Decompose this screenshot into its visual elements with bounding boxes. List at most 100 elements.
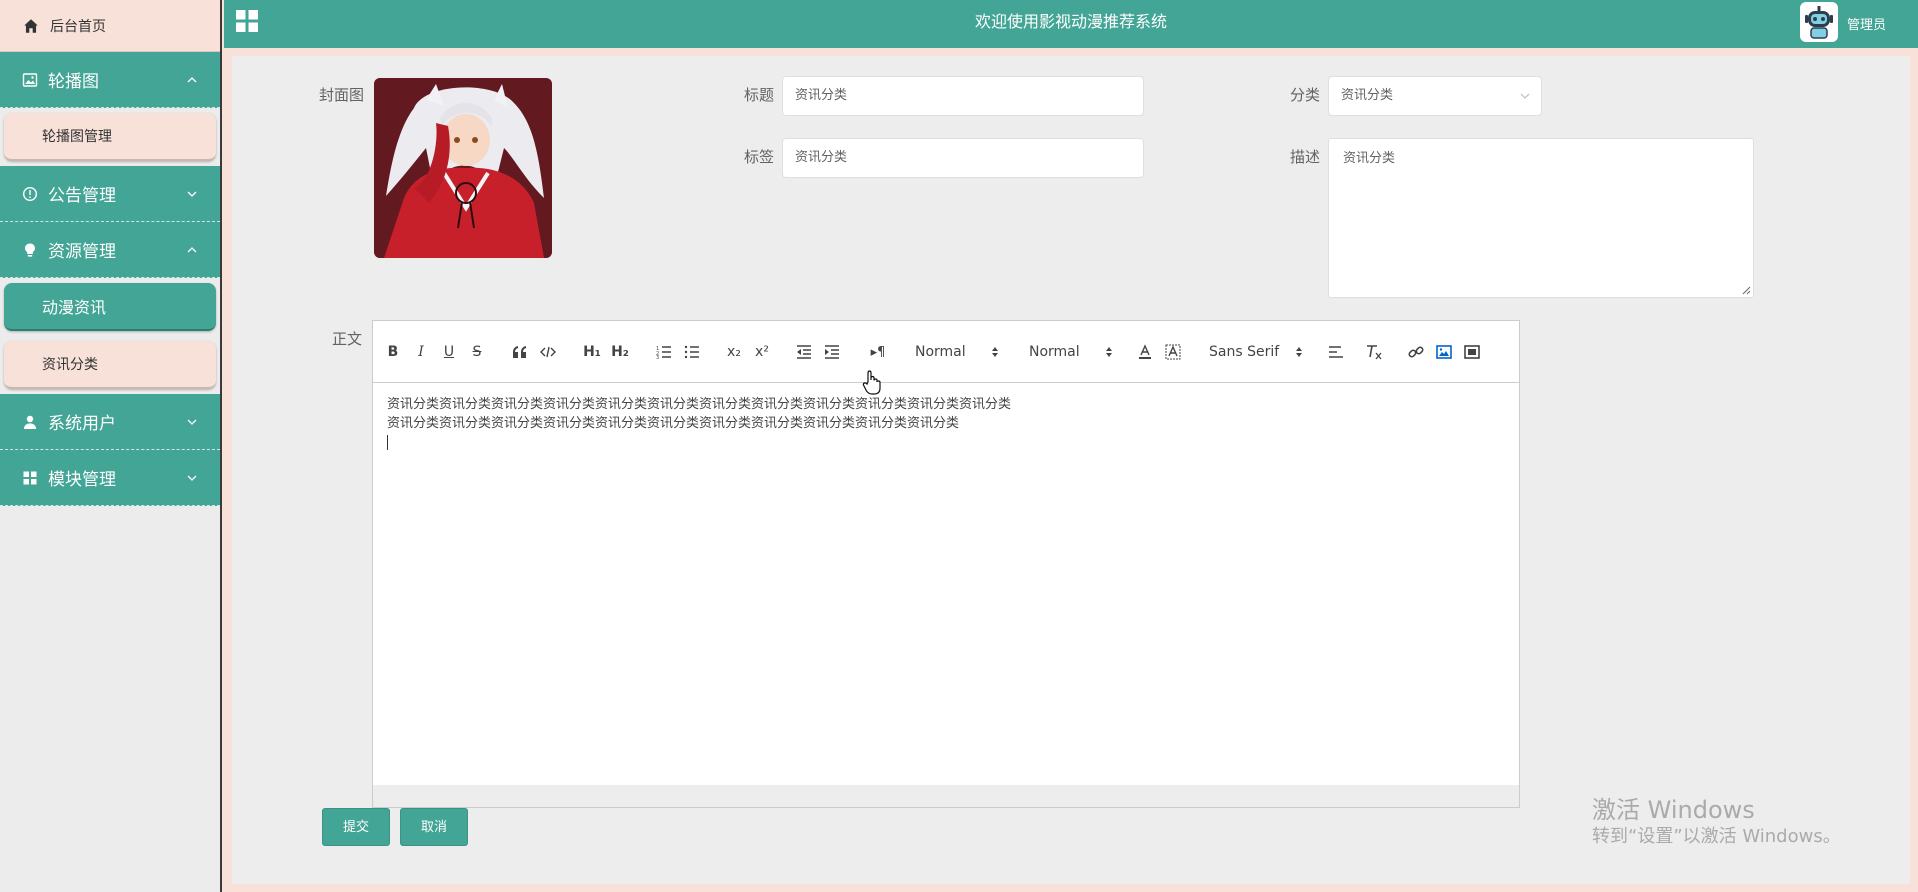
sidebar-item-label: 动漫资讯 xyxy=(42,298,107,317)
link-button[interactable] xyxy=(1407,341,1425,363)
outdent-button[interactable] xyxy=(795,341,813,363)
sidebar-group-label: 模块管理 xyxy=(48,470,116,490)
image-icon xyxy=(1436,345,1452,359)
sidebar-item-anime-news[interactable]: 动漫资讯 xyxy=(4,283,216,331)
size-picker-value: Normal xyxy=(1029,344,1080,360)
cover-image-upload[interactable] xyxy=(374,78,552,258)
home-icon xyxy=(24,18,38,33)
sidebar-group-carousel[interactable]: 轮播图 xyxy=(0,52,220,108)
ordered-list-button[interactable]: 123 xyxy=(655,341,673,363)
sidebar-item-carousel-manage[interactable]: 轮播图管理 xyxy=(4,113,216,161)
align-left-icon xyxy=(1329,346,1343,358)
sidebar-item-home[interactable]: 后台首页 xyxy=(0,0,220,52)
editor-content[interactable]: 资讯分类资讯分类资讯分类资讯分类资讯分类资讯分类资讯分类资讯分类资讯分类资讯分类… xyxy=(373,383,1519,464)
sidebar-group-resources[interactable]: 资源管理 xyxy=(0,222,220,278)
align-button[interactable] xyxy=(1327,341,1345,363)
top-header: 欢迎使用影视动漫推荐系统 管理员 xyxy=(224,0,1918,48)
tags-input[interactable]: 资讯分类 xyxy=(782,138,1144,178)
bullet-list-icon xyxy=(684,345,699,359)
background-color-button[interactable] xyxy=(1165,341,1181,363)
sidebar-item-label: 轮播图管理 xyxy=(42,129,112,145)
title-input[interactable]: 资讯分类 xyxy=(782,76,1144,116)
underline-button[interactable]: U xyxy=(441,341,457,363)
robot-avatar-icon xyxy=(1805,6,1833,39)
info-circle-icon xyxy=(22,186,38,201)
chevron-up-icon xyxy=(187,246,197,252)
grid-icon xyxy=(23,471,37,484)
editor-paragraph: 资讯分类资讯分类资讯分类资讯分类资讯分类资讯分类资讯分类资讯分类资讯分类资讯分类… xyxy=(387,416,960,431)
updown-arrow-icon xyxy=(1296,347,1302,357)
sidebar-sub-row: 轮播图管理 xyxy=(0,108,220,166)
sidebar-group-label: 资源管理 xyxy=(48,242,116,262)
category-select[interactable]: 资讯分类 xyxy=(1328,76,1542,116)
submit-button[interactable]: 提交 xyxy=(322,808,390,846)
italic-button[interactable]: I xyxy=(413,341,429,363)
font-picker-value: Sans Serif xyxy=(1209,344,1280,360)
sidebar-group-users[interactable]: 系统用户 xyxy=(0,394,220,450)
h1-button[interactable]: H₁ xyxy=(581,341,603,363)
code-icon xyxy=(540,346,556,358)
size-picker[interactable]: Normal xyxy=(1029,341,1113,363)
windows-activation-watermark: 激活 Windows 转到“设置”以激活 Windows。 xyxy=(1592,795,1841,849)
highlight-icon xyxy=(1165,344,1181,360)
sidebar-sub-row: 资讯分类 xyxy=(0,336,220,394)
chevron-down-icon xyxy=(187,191,197,197)
clear-format-button[interactable] xyxy=(1365,341,1383,363)
image-button[interactable] xyxy=(1435,341,1453,363)
tags-label: 标签 xyxy=(743,148,774,166)
watermark-line-2: 转到“设置”以激活 Windows。 xyxy=(1592,826,1841,847)
header-picker[interactable]: Normal xyxy=(915,341,999,363)
text-direction-button[interactable]: ▸¶ xyxy=(867,341,889,363)
bullet-list-button[interactable] xyxy=(683,341,701,363)
ordered-list-icon: 123 xyxy=(656,346,671,359)
description-textarea[interactable]: 资讯分类 xyxy=(1328,138,1754,298)
rich-text-editor: B I U S H₁ H₂ 123 x₂ x² ▸¶ Normal Normal… xyxy=(372,320,1520,808)
sidebar-item-news-category[interactable]: 资讯分类 xyxy=(4,341,216,389)
sidebar-group-label: 公告管理 xyxy=(48,186,116,206)
avatar[interactable] xyxy=(1800,2,1838,42)
description-label: 描述 xyxy=(1289,148,1320,166)
updown-arrow-icon xyxy=(992,347,998,357)
bold-button[interactable]: B xyxy=(385,341,401,363)
text-caret xyxy=(387,435,388,450)
font-color-button[interactable] xyxy=(1137,341,1153,363)
chevron-up-icon xyxy=(187,76,197,82)
bulb-icon xyxy=(25,243,35,257)
clear-format-icon xyxy=(1367,345,1382,360)
editor-paragraph: 资讯分类资讯分类资讯分类资讯分类资讯分类资讯分类资讯分类资讯分类资讯分类资讯分类… xyxy=(387,397,1012,412)
font-picker[interactable]: Sans Serif xyxy=(1209,341,1303,363)
category-selected-value: 资讯分类 xyxy=(1341,88,1394,103)
watermark-line-1: 激活 Windows xyxy=(1592,796,1755,824)
sidebar-group-notice[interactable]: 公告管理 xyxy=(0,166,220,222)
editor-toolbar: B I U S H₁ H₂ 123 x₂ x² ▸¶ Normal Normal… xyxy=(373,321,1519,383)
sidebar-group-label: 轮播图 xyxy=(48,72,99,92)
strike-button[interactable]: S xyxy=(469,341,485,363)
link-icon xyxy=(1408,346,1424,358)
user-icon xyxy=(23,415,37,429)
video-button[interactable] xyxy=(1463,341,1481,363)
resize-handle-icon[interactable] xyxy=(1741,285,1751,295)
sidebar-group-label: 系统用户 xyxy=(48,414,116,434)
sidebar: 后台首页 轮播图 轮播图管理 公告管理 资源管理 动漫资讯 资讯分类 系统用户 … xyxy=(0,0,222,892)
user-name[interactable]: 管理员 xyxy=(1847,14,1886,33)
indent-button[interactable] xyxy=(823,341,841,363)
sidebar-group-modules[interactable]: 模块管理 xyxy=(0,450,220,506)
outdent-icon xyxy=(797,345,811,359)
editor-bottom-strip xyxy=(373,785,1519,807)
sidebar-item-label: 资讯分类 xyxy=(42,357,98,373)
h2-button[interactable]: H₂ xyxy=(609,341,631,363)
title-label: 标题 xyxy=(743,86,774,104)
blockquote-button[interactable] xyxy=(511,341,529,363)
cover-label: 封面图 xyxy=(318,86,364,104)
updown-arrow-icon xyxy=(1106,347,1112,357)
editor-empty-line xyxy=(387,433,1505,452)
chevron-down-icon xyxy=(187,475,197,481)
sidebar-item-label: 后台首页 xyxy=(50,18,106,35)
body-label: 正文 xyxy=(331,330,362,348)
code-block-button[interactable] xyxy=(539,341,557,363)
image-icon xyxy=(22,72,38,87)
cancel-button[interactable]: 取消 xyxy=(400,808,468,846)
subscript-button[interactable]: x₂ xyxy=(725,341,743,363)
superscript-button[interactable]: x² xyxy=(753,341,771,363)
main-panel: 封面图 标题 资讯分类 分类 资讯分类 标签 资讯分类 描述 资讯分类 正文 B… xyxy=(232,56,1910,884)
